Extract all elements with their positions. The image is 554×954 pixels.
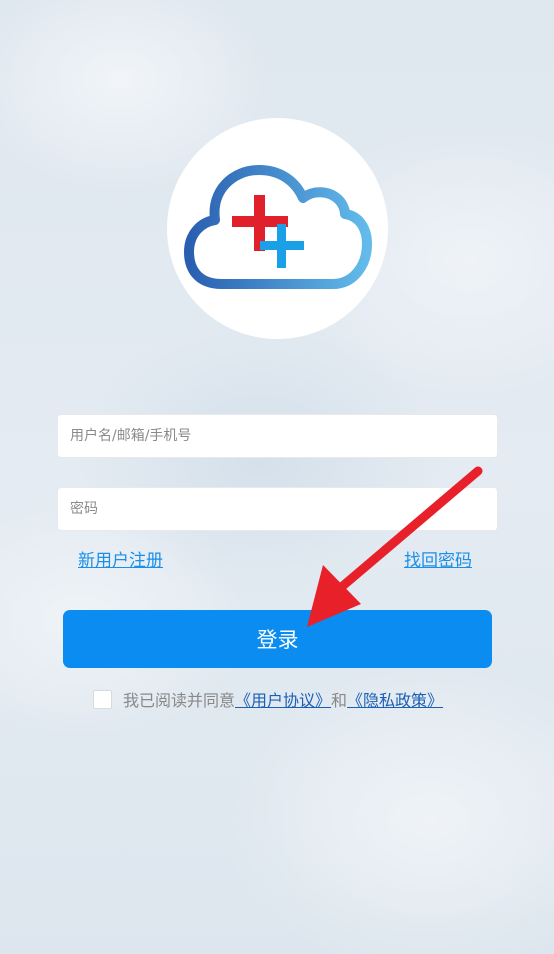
cloud-medical-cross-icon (184, 165, 372, 289)
username-field[interactable] (57, 414, 498, 458)
agreement-prefix-text: 我已阅读并同意 (123, 691, 236, 710)
password-input[interactable] (58, 488, 497, 530)
login-button[interactable]: 登录 (63, 610, 492, 668)
password-field[interactable] (57, 487, 498, 531)
agreement-row: 我已阅读并同意 《用户协议》 和 《隐私政策》 (93, 688, 443, 710)
register-link[interactable]: 新用户注册 (78, 550, 163, 572)
user-agreement-link[interactable]: 《用户协议》 (235, 687, 331, 711)
agreement-and-text: 和 (331, 691, 348, 710)
agreement-checkbox[interactable] (93, 689, 112, 709)
app-logo (167, 118, 388, 339)
username-input[interactable] (58, 415, 497, 457)
privacy-policy-link[interactable]: 《隐私政策》 (347, 687, 443, 711)
forgot-password-link[interactable]: 找回密码 (404, 550, 472, 572)
